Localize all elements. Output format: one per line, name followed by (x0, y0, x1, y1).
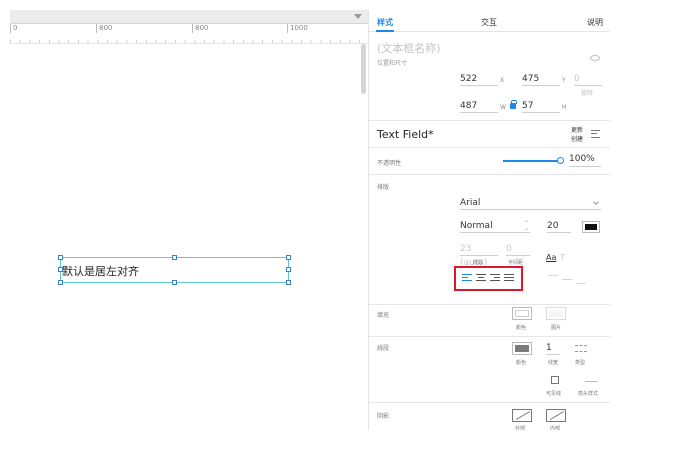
shadow-label: 阴影 (377, 413, 390, 420)
y-unit-label: Y (562, 77, 566, 84)
font-family-select[interactable]: Arial (460, 196, 601, 210)
opacity-label: 不透明性 (377, 160, 402, 167)
char-spacing-input[interactable]: 0 (506, 242, 530, 256)
inner-shadow-icon[interactable] (546, 409, 566, 422)
resize-handle-s[interactable] (172, 280, 177, 285)
divider (369, 304, 610, 305)
tab-interaction[interactable]: 交互 (481, 17, 497, 28)
border-width-label: 线宽 (548, 360, 559, 366)
fill-image-swatch[interactable] (546, 307, 566, 320)
active-tab-indicator (376, 30, 394, 32)
height-input[interactable]: 57 (522, 99, 560, 113)
tab-notes[interactable]: 说明 (587, 17, 603, 28)
style-name[interactable]: Text Field* (377, 128, 434, 141)
resize-handle-w[interactable] (58, 267, 63, 272)
align-justify-icon[interactable] (504, 274, 514, 282)
border-label: 线段 (377, 345, 390, 352)
opacity-slider-track[interactable] (503, 160, 561, 162)
fill-color-fill (515, 310, 529, 317)
align-center-icon[interactable] (476, 274, 486, 282)
outer-shadow-icon[interactable] (512, 409, 532, 422)
align-left-icon[interactable] (462, 274, 472, 282)
fill-color-swatch[interactable] (512, 307, 532, 320)
divider (369, 120, 610, 121)
outer-shadow-label: 外部 (515, 426, 526, 430)
resize-handle-nw[interactable] (58, 255, 63, 260)
x-input[interactable]: 522 (460, 72, 498, 86)
spinner-icon[interactable]: ⌃ ⌄ (524, 221, 529, 232)
arrow-style-icon[interactable] (585, 376, 597, 382)
border-type-label: 类型 (575, 360, 586, 366)
rotation-input[interactable]: 0 (574, 72, 602, 86)
vertical-scrollbar[interactable] (361, 44, 366, 94)
resize-handle-se[interactable] (286, 280, 291, 285)
line-height-label: 线段 (473, 260, 484, 266)
border-color-swatch[interactable] (512, 342, 532, 355)
h-unit-label: H (562, 104, 567, 111)
font-color-swatch[interactable] (582, 221, 600, 233)
visibility-eye-icon[interactable] (590, 55, 600, 61)
opacity-input[interactable]: 100% (569, 154, 601, 167)
fill-label: 填充 (377, 312, 390, 319)
widget-name-input[interactable]: (文本框名称) (377, 40, 441, 56)
resize-handle-e[interactable] (286, 267, 291, 272)
border-width-input[interactable]: 1 (546, 341, 560, 355)
inspector-panel: 样式 交互 说明 (文本框名称) 位置和尺寸 522 X 475 Y 0 旋转 … (368, 10, 610, 430)
text-case-icon[interactable]: Aa (546, 253, 556, 262)
text-field-content[interactable]: 默认是居左对齐 (62, 263, 139, 279)
update-style-button[interactable]: 更新 创建 (571, 126, 587, 144)
inner-shadow-label: 内部 (550, 426, 561, 430)
w-unit-label: W (500, 104, 506, 111)
divider (369, 402, 610, 403)
design-canvas[interactable]: 0 800 800 1000 默认是居左对齐 (10, 10, 368, 430)
lock-aspect-icon[interactable] (510, 100, 517, 109)
resize-handle-n[interactable] (172, 255, 177, 260)
divider (369, 174, 610, 175)
font-weight-select[interactable]: Normal (460, 219, 530, 233)
rotation-label: 旋转 (581, 90, 594, 97)
inspector-tabs: 样式 交互 说明 (369, 10, 610, 32)
border-color-fill (515, 345, 529, 352)
y-input[interactable]: 475 (522, 72, 560, 86)
ruler-toolbar (10, 10, 368, 24)
vertical-align-icons[interactable] (548, 275, 588, 287)
resize-handle-ne[interactable] (286, 255, 291, 260)
style-menu-icon[interactable] (591, 130, 600, 138)
divider (369, 147, 610, 148)
resize-handle-sw[interactable] (58, 280, 63, 285)
ruler-mark: 800 (96, 24, 112, 33)
opacity-slider-handle[interactable] (557, 157, 564, 164)
fill-image-label: 图片 (551, 325, 562, 331)
position-size-label: 位置和尺寸 (377, 60, 408, 67)
text-style-icon[interactable]: T (560, 253, 565, 262)
fill-image-fill (549, 310, 563, 317)
border-type-icon[interactable] (575, 345, 587, 352)
visible-borders-icon[interactable] (551, 376, 559, 384)
typography-label: 排版 (377, 184, 390, 191)
char-spacing-label: 字间距 (508, 260, 524, 266)
font-color-fill (585, 224, 597, 230)
ruler-mark: 1000 (287, 24, 308, 33)
horizontal-ruler: 0 800 800 1000 (10, 24, 368, 44)
update-style-label: 更新 创建 (571, 127, 584, 143)
ruler-mark: 0 (10, 24, 17, 33)
ruler-mark: 800 (192, 24, 208, 33)
visible-borders-label: 可见线 (546, 391, 562, 397)
font-size-input[interactable]: 20 (547, 219, 571, 233)
fill-color-label: 颜色 (516, 325, 527, 331)
x-unit-label: X (500, 77, 505, 84)
line-height-input[interactable]: 23 (auto) (460, 242, 498, 268)
width-input[interactable]: 487 (460, 99, 498, 113)
align-right-icon[interactable] (490, 274, 500, 282)
tab-style[interactable]: 样式 (377, 17, 393, 28)
arrow-style-label: 箭头样式 (578, 391, 599, 397)
divider (369, 336, 610, 337)
collapse-arrow-icon[interactable] (354, 14, 362, 19)
border-color-label: 颜色 (516, 360, 527, 366)
